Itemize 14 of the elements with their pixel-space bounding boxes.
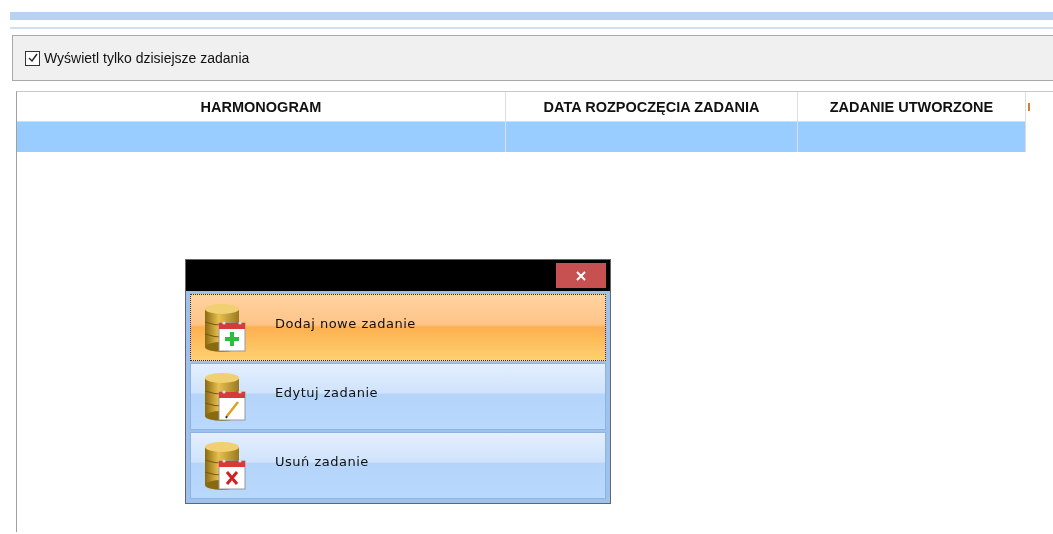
- database-calendar-icon: [203, 302, 249, 353]
- close-icon: [575, 269, 587, 282]
- table-cell[interactable]: [506, 122, 798, 152]
- close-button[interactable]: [556, 263, 606, 288]
- today-only-checkbox[interactable]: Wyświetl tylko dzisiejsze zadania: [25, 50, 250, 66]
- table-cell[interactable]: [798, 122, 1026, 152]
- database-calendar-icon: [203, 371, 249, 422]
- column-edge-icon: [1028, 103, 1030, 111]
- database-calendar-icon: [203, 440, 249, 491]
- checkbox-icon[interactable]: [25, 50, 40, 66]
- menu-item[interactable]: Dodaj nowe zadanie: [190, 294, 606, 361]
- table-cell[interactable]: [17, 122, 506, 152]
- menu-item[interactable]: Usuń zadanie: [190, 432, 606, 499]
- menu-item[interactable]: Edytuj zadanie: [190, 363, 606, 430]
